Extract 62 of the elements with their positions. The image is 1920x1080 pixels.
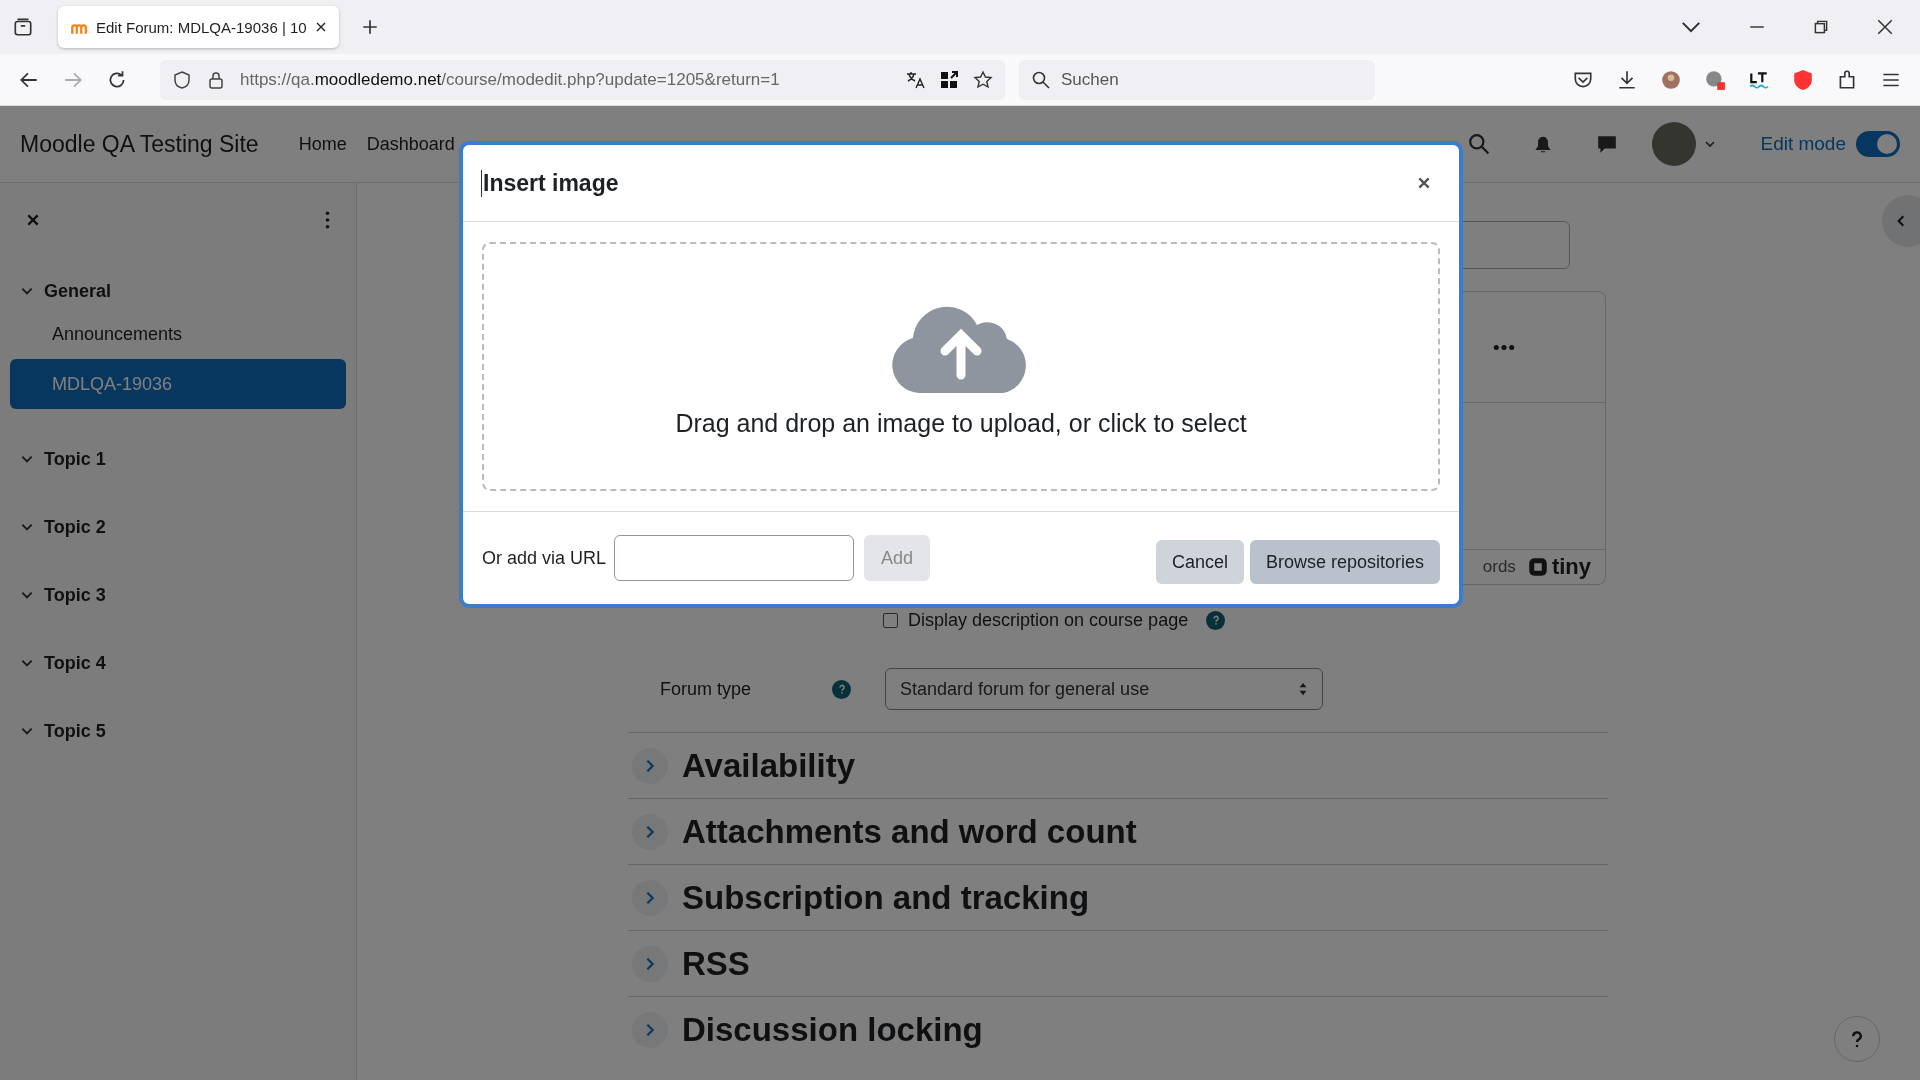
section-title[interactable]: General xyxy=(44,280,112,302)
checkbox-label: Display description on course page xyxy=(908,609,1189,631)
browser-tab[interactable]: Edit Forum: MDLQA-19036 | 10 xyxy=(58,6,339,48)
word-count[interactable]: ords xyxy=(1482,557,1516,577)
help-icon[interactable] xyxy=(1206,610,1226,630)
avatar-extension-icon[interactable] xyxy=(1660,68,1682,91)
edit-mode-label: Edit mode xyxy=(1760,133,1846,155)
dropzone[interactable]: Drag and drop an image to upload, or click to select xyxy=(482,242,1440,491)
caret-icon[interactable] xyxy=(1704,138,1717,150)
section-heading[interactable]: Subscription and tracking xyxy=(682,878,1090,917)
dialog-title: Insert image xyxy=(481,169,619,197)
grid-icon[interactable] xyxy=(939,69,959,90)
translate-icon[interactable] xyxy=(905,69,925,90)
close-window-icon[interactable] xyxy=(1876,18,1894,36)
section-title[interactable]: Topic 2 xyxy=(44,516,106,538)
sort-arrows-icon xyxy=(1298,682,1308,696)
edit-mode-toggle[interactable] xyxy=(1856,131,1900,157)
help-icon[interactable] xyxy=(832,679,851,699)
dialog-button[interactable]: Browse repositories xyxy=(1249,540,1440,584)
blocked-extension-icon[interactable] xyxy=(1704,68,1726,91)
star-icon[interactable] xyxy=(973,69,993,90)
checkbox[interactable] xyxy=(883,612,898,628)
dropzone-text: Drag and drop an image to upload, or click to select xyxy=(675,409,1247,438)
restore-icon[interactable] xyxy=(1812,18,1830,36)
site-name[interactable]: Moodle QA Testing Site xyxy=(20,130,259,158)
url-label: Or add via URL xyxy=(482,547,607,569)
user-avatar[interactable] xyxy=(1652,122,1697,166)
field-label: Forum type xyxy=(660,678,753,700)
search-field[interactable]: Suchen xyxy=(1019,59,1375,100)
chat-icon[interactable] xyxy=(1596,133,1619,155)
section-heading[interactable]: RSS xyxy=(682,944,750,983)
search-icon xyxy=(1031,69,1051,90)
close-icon[interactable] xyxy=(1417,176,1431,190)
section-title[interactable]: Topic 1 xyxy=(44,448,106,470)
section-title[interactable]: Topic 4 xyxy=(44,652,106,674)
section-heading[interactable]: Attachments and word count xyxy=(682,812,1137,851)
section-heading[interactable]: Discussion locking xyxy=(682,1010,983,1049)
more-icon[interactable] xyxy=(1493,343,1515,351)
address-bar[interactable]: https://qa.moodledemo.net/course/modedit.php?update=1205&return=1 xyxy=(160,59,1005,100)
nav-link[interactable]: Home xyxy=(298,133,347,155)
new-tab-icon[interactable] xyxy=(360,18,379,36)
nav-link[interactable]: Dashboard xyxy=(366,133,455,155)
tab-list-icon[interactable] xyxy=(12,16,34,38)
section-title[interactable]: Topic 5 xyxy=(44,720,106,742)
tiny-icon xyxy=(1527,557,1548,577)
section-title[interactable]: Topic 3 xyxy=(44,584,106,606)
tiny-logo[interactable]: tiny xyxy=(1527,554,1591,580)
search-icon[interactable] xyxy=(1468,133,1491,155)
download-icon[interactable] xyxy=(1616,68,1638,91)
section-heading[interactable]: Availability xyxy=(682,746,855,785)
close-icon[interactable] xyxy=(26,213,40,227)
url-text: https://qa.moodledemo.net/course/modedit.php?update=1205&return=1 xyxy=(240,69,780,90)
activity-item[interactable]: Announcements xyxy=(10,309,346,359)
shield-icon xyxy=(172,69,192,90)
forum-type-select[interactable]: Standard forum for general use xyxy=(885,668,1323,710)
shield-extension-icon[interactable] xyxy=(1792,68,1814,91)
kebab-menu-icon[interactable] xyxy=(325,211,330,229)
lock-icon xyxy=(206,69,226,90)
url-input[interactable] xyxy=(614,535,855,581)
activity-item[interactable]: MDLQA-19036 xyxy=(10,359,346,409)
dialog-button[interactable]: Cancel xyxy=(1155,540,1244,584)
close-tab-icon[interactable] xyxy=(314,21,327,33)
